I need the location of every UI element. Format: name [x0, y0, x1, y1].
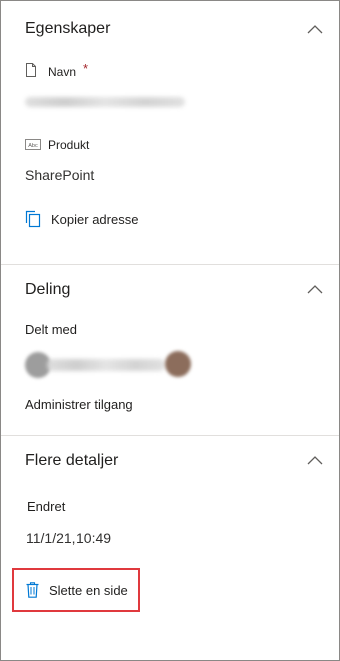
shared-with-label: Delt med [25, 322, 78, 337]
delete-page-highlight: Slette en side [12, 568, 140, 612]
shared-names-redacted [47, 359, 165, 371]
delete-page-button[interactable]: Slette en side [26, 582, 128, 598]
name-field-value-redacted[interactable] [25, 97, 185, 107]
shared-with-avatars-redacted[interactable] [25, 350, 193, 380]
page-details-panel: Egenskaper Navn * Abc Produkt SharePoint… [0, 0, 340, 661]
manage-access-link[interactable]: Administrer tilgang [25, 397, 133, 412]
section-divider [1, 264, 339, 265]
avatar [165, 351, 191, 377]
copy-address-label: Kopier adresse [51, 211, 139, 227]
modified-time: 10:49 [76, 530, 112, 546]
product-value: SharePoint [25, 167, 95, 183]
collapse-details-chevron-up-icon[interactable] [307, 452, 323, 465]
page-document-icon [25, 63, 37, 77]
copy-icon [25, 210, 41, 228]
modified-label: Endret [27, 499, 66, 514]
sharing-section-title: Deling [25, 281, 71, 298]
copy-address-button[interactable]: Kopier adresse [25, 210, 138, 228]
delete-page-label: Slette en side [49, 582, 128, 598]
details-section-title: Flere detaljer [25, 452, 119, 469]
collapse-sharing-chevron-up-icon[interactable] [307, 281, 323, 294]
product-label: Produkt [48, 138, 90, 152]
text-field-abc-icon: Abc [25, 139, 41, 150]
section-divider [1, 435, 339, 436]
trash-icon [26, 582, 39, 598]
properties-section-title: Egenskaper [25, 20, 111, 37]
name-label: Navn [48, 65, 77, 79]
collapse-properties-chevron-up-icon[interactable] [307, 21, 323, 34]
required-indicator: * [83, 61, 89, 76]
svg-text:Abc: Abc [28, 143, 38, 149]
modified-date: 11/1/21, [26, 530, 76, 546]
